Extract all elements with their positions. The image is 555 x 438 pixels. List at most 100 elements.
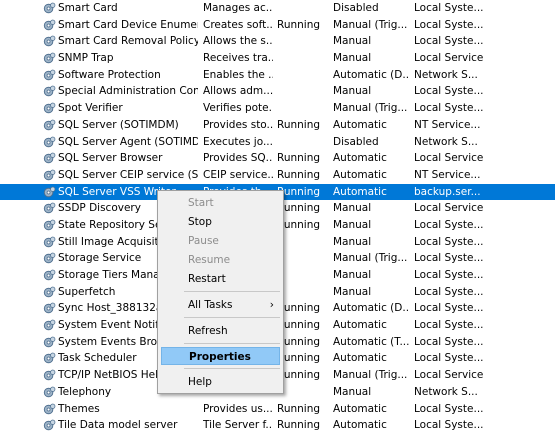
menu-separator — [184, 291, 280, 292]
gear-icon — [43, 69, 56, 82]
service-name: SNMP Trap — [58, 52, 114, 65]
service-startup-type: Manual — [333, 269, 372, 281]
gear-icon — [43, 2, 56, 15]
menu-item-all-tasks[interactable]: All Tasks › — [161, 296, 280, 314]
gear-icon — [43, 286, 56, 299]
service-log-on-as: Local Syste... — [414, 218, 484, 231]
service-row[interactable]: Smart Card Removal Policy Allows the s...… — [0, 33, 555, 50]
service-log-on-as: Local Syste... — [414, 402, 484, 415]
service-name: Software Protection — [58, 68, 161, 81]
gear-icon — [43, 119, 56, 132]
service-row[interactable]: Smart Card Device Enumera... Creates soft… — [0, 17, 555, 34]
service-startup-type: Automatic — [333, 319, 387, 332]
service-row[interactable]: SQL Server Browser Provides SQ... Running A… — [0, 150, 555, 167]
gear-icon — [43, 386, 56, 399]
service-startup-type: Manual — [333, 85, 372, 98]
gear-icon — [43, 336, 56, 349]
menu-separator — [184, 368, 280, 369]
service-name: Smart Card — [58, 2, 118, 14]
gear-icon — [43, 302, 56, 315]
service-status: Running — [277, 369, 321, 382]
service-startup-type: Manual — [333, 218, 372, 231]
service-row[interactable]: Software Protection Enables the ... Automa… — [0, 67, 555, 84]
service-row[interactable]: Special Administration Con... Allows adm.… — [0, 83, 555, 100]
service-log-on-as: Local Syste... — [414, 252, 484, 265]
all-tasks-label: All Tasks — [188, 299, 233, 311]
menu-item-resume[interactable]: Resume — [161, 251, 280, 269]
service-description: Provides SQ... — [203, 152, 273, 165]
service-name: Themes — [58, 402, 100, 415]
menu-item-pause[interactable]: Pause — [161, 232, 280, 250]
service-row[interactable]: Spot Verifier Verifies pote... Manual (Tri… — [0, 100, 555, 117]
service-status: Running — [277, 168, 321, 181]
service-startup-type: Manual (Trig... — [333, 102, 408, 115]
service-status: Running — [277, 319, 321, 332]
service-log-on-as: Local Syste... — [414, 18, 484, 31]
service-log-on-as: backup.ser... — [414, 185, 481, 198]
service-name: Smart Card Device Enumera... — [58, 18, 198, 31]
service-log-on-as: Local Syste... — [414, 335, 484, 348]
service-name: Smart Card Removal Policy — [58, 35, 198, 48]
service-row[interactable]: Tile Data model server Tile Server f... Ru… — [0, 417, 555, 434]
service-row[interactable]: SQL Server Agent (SOTIMDM) Executes jo...… — [0, 134, 555, 151]
gear-icon — [43, 352, 56, 365]
context-menu: Start Stop Pause Resume Restart All Task… — [157, 190, 284, 394]
service-status: Running — [277, 218, 321, 231]
service-row[interactable]: SNMP Trap Receives tra... Manual Local Serv… — [0, 50, 555, 67]
service-status: Running — [277, 302, 321, 315]
service-row[interactable]: Smart Card Manages ac... Disabled Local Sys… — [0, 0, 555, 17]
service-startup-type: Automatic — [333, 118, 387, 131]
gear-icon — [43, 19, 56, 32]
service-startup-type: Manual (Trig... — [333, 369, 408, 382]
service-log-on-as: Local Service — [414, 369, 484, 382]
gear-icon — [43, 102, 56, 115]
service-log-on-as: Local Service — [414, 52, 484, 65]
gear-icon — [43, 35, 56, 48]
service-log-on-as: Local Syste... — [414, 285, 484, 298]
gear-icon — [43, 202, 56, 215]
service-startup-type: Automatic — [333, 185, 387, 198]
service-startup-type: Automatic — [333, 419, 387, 432]
service-log-on-as: Local Service — [414, 202, 484, 215]
service-status: Running — [277, 185, 321, 198]
service-startup-type: Automatic (D... — [333, 68, 409, 81]
menu-item-stop[interactable]: Stop — [161, 213, 280, 231]
service-status: Running — [277, 419, 321, 432]
menu-item-properties[interactable]: Properties — [161, 347, 280, 365]
gear-icon — [43, 236, 56, 249]
gear-icon — [43, 219, 56, 232]
service-description: Enables the ... — [203, 68, 273, 81]
menu-item-refresh[interactable]: Refresh — [161, 322, 280, 340]
service-row[interactable]: SQL Server CEIP service (SO... CEIP servi… — [0, 167, 555, 184]
service-log-on-as: Network S... — [414, 68, 478, 81]
service-row[interactable]: Themes Provides us... Running Automatic Loca… — [0, 401, 555, 418]
service-log-on-as: Local Syste... — [414, 302, 484, 315]
gear-icon — [43, 269, 56, 282]
service-status: Running — [277, 402, 321, 415]
service-name: SQL Server (SOTIMDM) — [58, 118, 179, 131]
service-startup-type: Automatic (D... — [333, 302, 409, 315]
service-log-on-as: Local Syste... — [414, 319, 484, 332]
menu-item-help[interactable]: Help — [161, 373, 280, 391]
service-name: Spot Verifier — [58, 102, 123, 115]
service-log-on-as: Local Syste... — [414, 85, 484, 98]
service-status: Running — [277, 18, 321, 31]
service-startup-type: Automatic — [333, 352, 387, 365]
menu-separator — [184, 343, 280, 344]
service-description: Receives tra... — [203, 52, 273, 65]
service-startup-type: Manual — [333, 385, 372, 398]
service-description: Allows the s... — [203, 35, 273, 48]
menu-item-start[interactable]: Start — [161, 194, 280, 212]
gear-icon — [43, 369, 56, 382]
service-description: Executes jo... — [203, 135, 273, 148]
service-log-on-as: Local Syste... — [414, 102, 484, 115]
service-log-on-as: NT Service... — [414, 168, 481, 181]
service-log-on-as: Local Syste... — [414, 35, 484, 48]
service-startup-type: Automatic — [333, 152, 387, 165]
service-log-on-as: NT Service... — [414, 118, 481, 131]
service-row[interactable]: SQL Server (SOTIMDM) Provides sto... Runni… — [0, 117, 555, 134]
menu-item-restart[interactable]: Restart — [161, 270, 280, 288]
gear-icon — [43, 85, 56, 98]
gear-icon — [43, 252, 56, 265]
service-startup-type: Manual — [333, 285, 372, 298]
